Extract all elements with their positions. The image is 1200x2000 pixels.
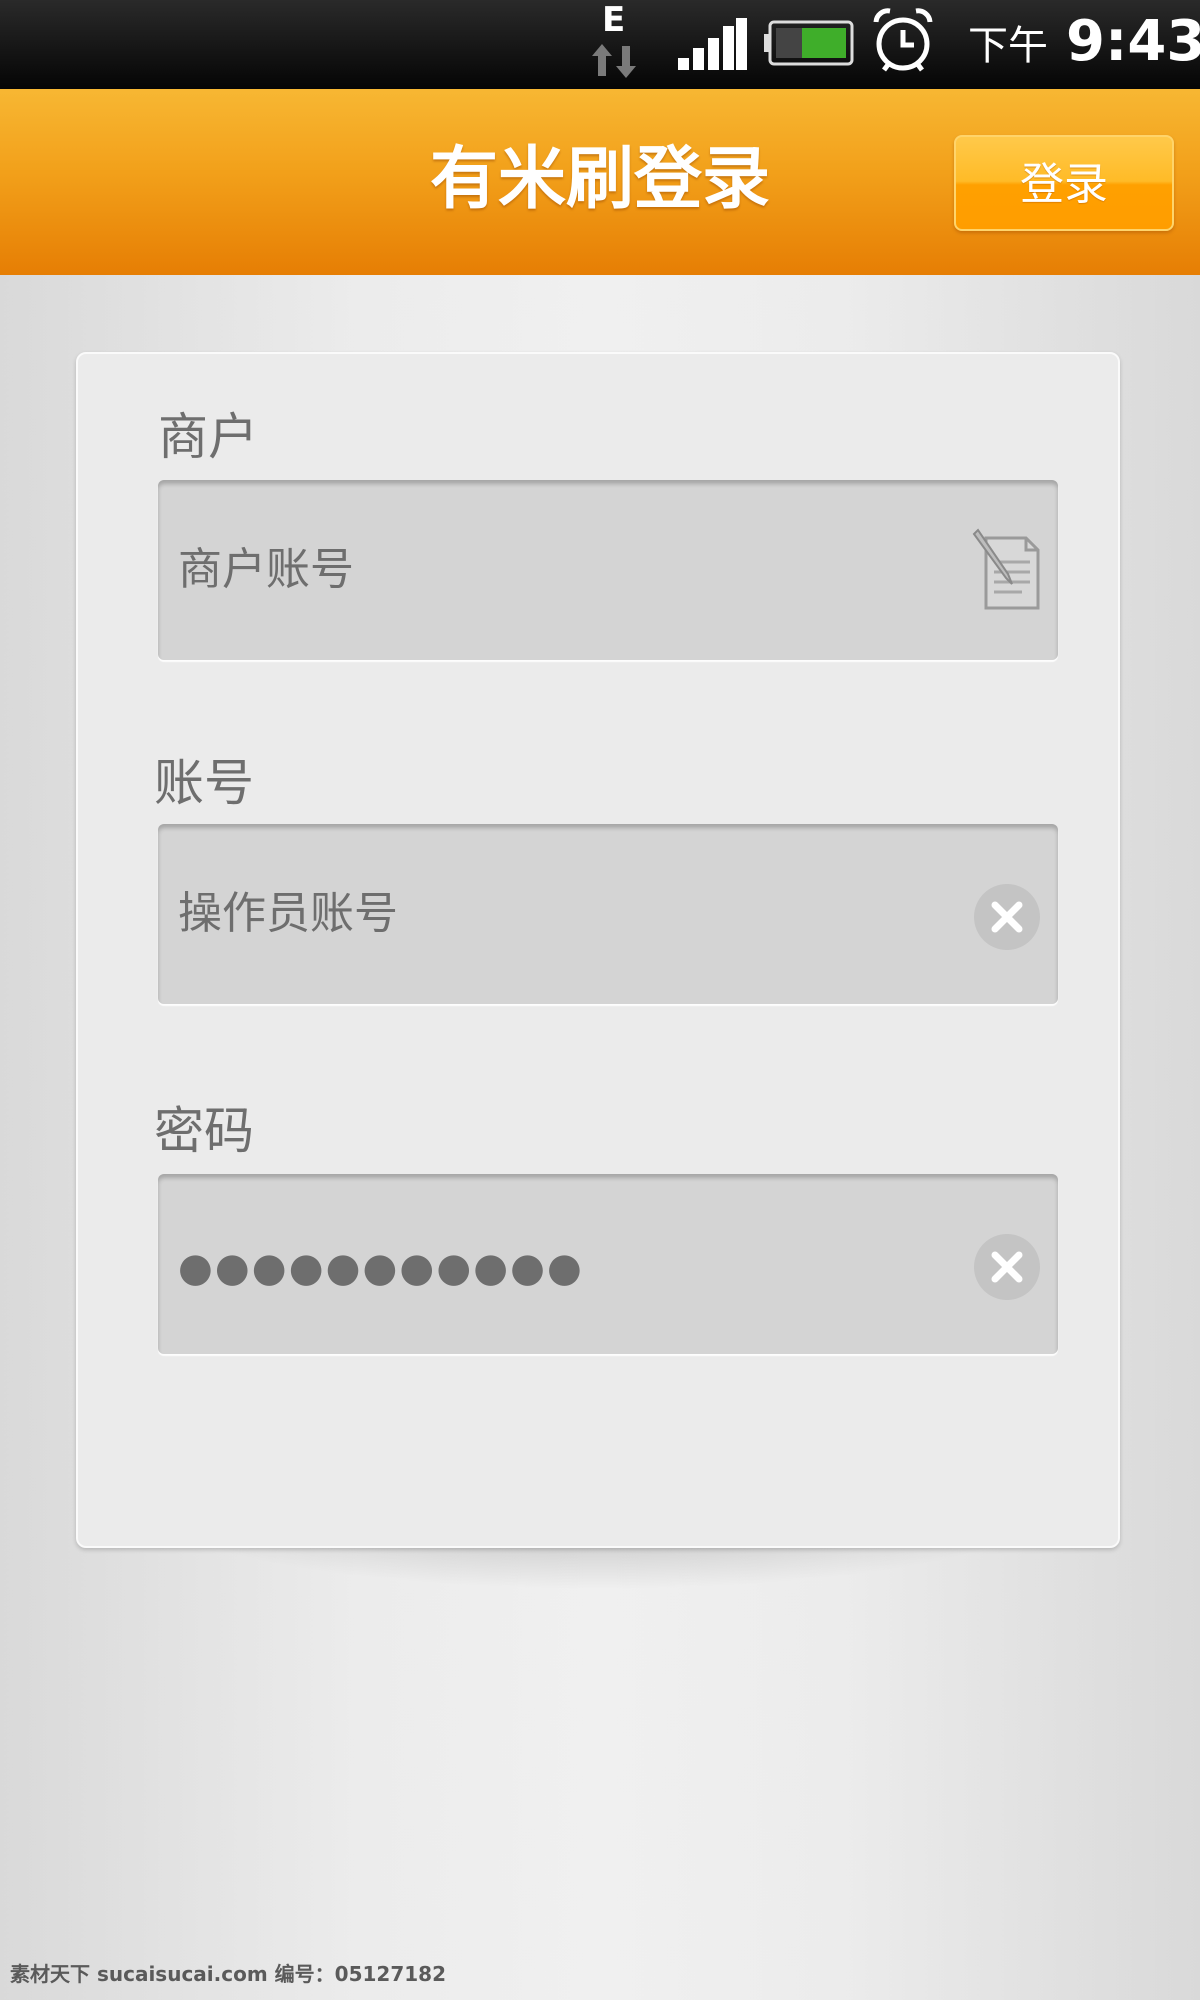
merchant-label: 商户 [158,408,258,466]
account-input[interactable]: 操作员账号 [158,824,1058,1004]
login-form-card: 商户 商户账号 账号 操作员账号 密码 ●●●●●●●●●●● [76,352,1120,1548]
clock-time: 9:43 [1066,9,1200,74]
password-input[interactable]: ●●●●●●●●●●● [158,1174,1058,1354]
clear-account-icon[interactable] [974,884,1040,950]
clear-password-icon[interactable] [974,1234,1040,1300]
watermark-text: 素材天下 sucaisucai.com 编号：05127182 [10,1962,446,1986]
account-input-value: 操作员账号 [178,888,398,939]
password-label: 密码 [154,1102,254,1160]
network-indicator: E [588,0,646,82]
merchant-input-placeholder: 商户账号 [178,544,354,595]
notepad-icon[interactable] [972,528,1044,612]
signal-icon [678,18,747,70]
alarm-icon [873,8,933,72]
account-label: 账号 [154,754,254,812]
password-input-value: ●●●●●●●●●●● [178,1245,584,1291]
merchant-input[interactable]: 商户账号 [158,480,1058,660]
battery-icon [764,20,854,66]
app-header: 有米刷登录 登录 [0,89,1200,275]
network-type-label: E [602,0,626,40]
status-bar: E 下午 9:43 [0,0,1200,89]
login-button[interactable]: 登录 [954,135,1174,231]
data-arrows-icon [592,44,636,78]
ampm-label: 下午 [968,23,1048,69]
